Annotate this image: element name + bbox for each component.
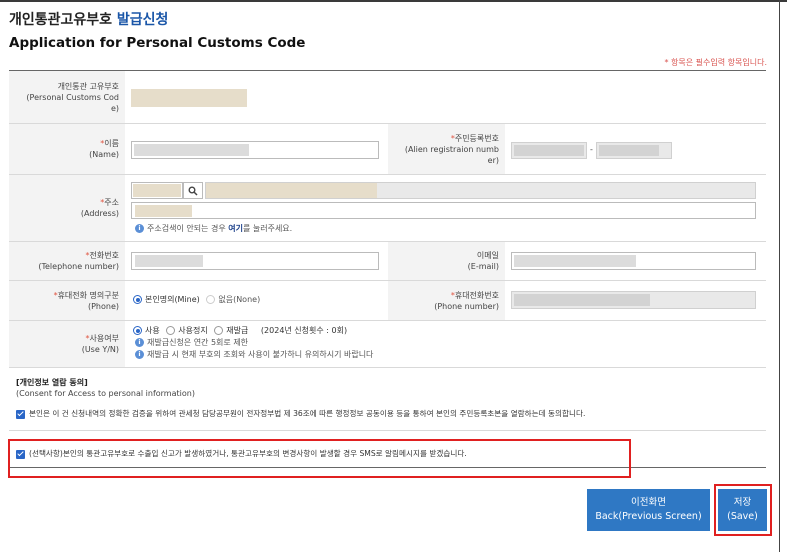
email-label-ko: 이메일: [476, 251, 499, 260]
address-note-link[interactable]: 여기: [228, 224, 243, 233]
highlight-save-button: [714, 484, 772, 536]
radio-suspend[interactable]: [166, 326, 176, 335]
customs-code-label-en-2: e): [110, 103, 119, 113]
address-search-button[interactable]: [183, 182, 203, 199]
customs-code-label-en-1: (Personal Customs Cod: [26, 92, 119, 102]
zipcode-input[interactable]: [131, 182, 183, 199]
use-status-label-ko: 사용여부: [89, 334, 119, 343]
customs-code-label-ko: 개인통관 고유부호: [57, 81, 119, 91]
phone-owner-label-en: (Phone): [87, 301, 119, 311]
top-border: [0, 0, 787, 2]
info-icon: i: [135, 338, 144, 347]
registration-label-en-2: er): [487, 155, 499, 165]
info-icon: i: [135, 350, 144, 359]
customs-code-label: 개인통관 고유부호 (Personal Customs Cod e): [9, 71, 125, 123]
use-status-note-2: i 재발급 시 현재 부호의 조회와 사용이 불가하니 유의하시기 바랍니다: [135, 349, 373, 360]
consent-item-1: 본인은 이 건 신청내역의 정확한 검증을 위하여 관세청 담당공무원이 전자정…: [16, 408, 585, 419]
mobile-label-en: (Phone number): [434, 301, 499, 311]
customs-code-value: [131, 89, 247, 107]
phone-owner-label-ko: 휴대전화 명의구분: [57, 290, 119, 300]
back-button-en: Back(Previous Screen): [595, 511, 702, 522]
row-divider: [9, 430, 766, 431]
required-note: * 항목은 필수입력 항목입니다.: [664, 58, 768, 67]
use-status-label-en: (Use Y/N): [81, 345, 119, 354]
page-title-plain: 개인통관고유부호: [9, 12, 113, 28]
address-label-en: (Address): [80, 209, 119, 218]
name-label-ko: 이름: [104, 139, 119, 148]
consent-heading: [개인정보 열람 동의]: [16, 378, 88, 387]
back-button-ko: 이전화면: [631, 497, 666, 508]
mobile-input[interactable]: [511, 291, 756, 309]
consent-checkbox-1[interactable]: [16, 409, 25, 419]
phone-owner-label: *휴대전화 명의구분 (Phone): [9, 281, 125, 320]
use-status-note-1: i 재발급신청은 연간 5회로 제한: [135, 337, 248, 348]
address-main-input[interactable]: [205, 182, 756, 199]
row-divider: [9, 367, 766, 368]
telephone-label-ko: 전화번호: [89, 251, 119, 260]
name-label: *이름 (Name): [9, 124, 125, 174]
name-label-en: (Name): [89, 150, 119, 159]
info-icon: i: [135, 224, 144, 233]
mobile-label: *휴대전화번호 (Phone number): [388, 281, 505, 320]
radio-none[interactable]: [206, 295, 216, 304]
registration-label: *주민등록번호 (Alien registraion numb er): [388, 124, 505, 174]
radio-use[interactable]: [133, 326, 142, 335]
address-note: i 주소검색이 안되는 경우 여기를 눌러주세요.: [135, 223, 292, 234]
consent-heading-en: (Consent for Access to personal informat…: [16, 389, 195, 398]
registration-separator: -: [590, 145, 593, 154]
registration-label-ko: 주민등록번호: [454, 133, 499, 143]
email-label-en: (E-mail): [467, 262, 499, 271]
use-status-label: *사용여부 (Use Y/N): [9, 321, 125, 367]
registration-front-input[interactable]: [511, 142, 587, 159]
telephone-input[interactable]: [131, 252, 379, 270]
telephone-label-en: (Telephone number): [38, 262, 119, 271]
page-title-accent: 발급신청: [116, 12, 169, 28]
phone-owner-options: 본인명의(Mine) 없음(None): [133, 294, 264, 305]
radio-mine[interactable]: [133, 295, 142, 304]
highlight-consent-sms: [8, 439, 631, 478]
telephone-label: *전화번호 (Telephone number): [9, 242, 125, 280]
use-status-options: 사용 사용정지 재발급 (2024년 신청횟수 : 0회): [133, 325, 351, 336]
page-subtitle: Application for Personal Customs Code: [9, 35, 306, 51]
registration-back-input[interactable]: [596, 142, 672, 159]
address-detail-input[interactable]: [131, 202, 756, 219]
name-input[interactable]: [131, 141, 379, 159]
search-icon: [188, 186, 198, 196]
radio-reissue[interactable]: [214, 326, 224, 335]
registration-label-en-1: (Alien registraion numb: [404, 144, 499, 154]
reissue-count: (2024년 신청횟수 : 0회): [260, 326, 348, 335]
right-border: [779, 0, 780, 552]
email-input[interactable]: [511, 252, 756, 270]
page-title: 개인통관고유부호 발급신청: [9, 9, 168, 29]
address-label-ko: 주소: [104, 198, 119, 207]
name-input-value: [134, 144, 249, 156]
mobile-label-ko: 휴대전화번호: [454, 290, 499, 300]
address-label: *주소 (Address): [9, 175, 125, 241]
back-button[interactable]: 이전화면 Back(Previous Screen): [587, 489, 710, 531]
email-label: 이메일 (E-mail): [388, 242, 505, 280]
